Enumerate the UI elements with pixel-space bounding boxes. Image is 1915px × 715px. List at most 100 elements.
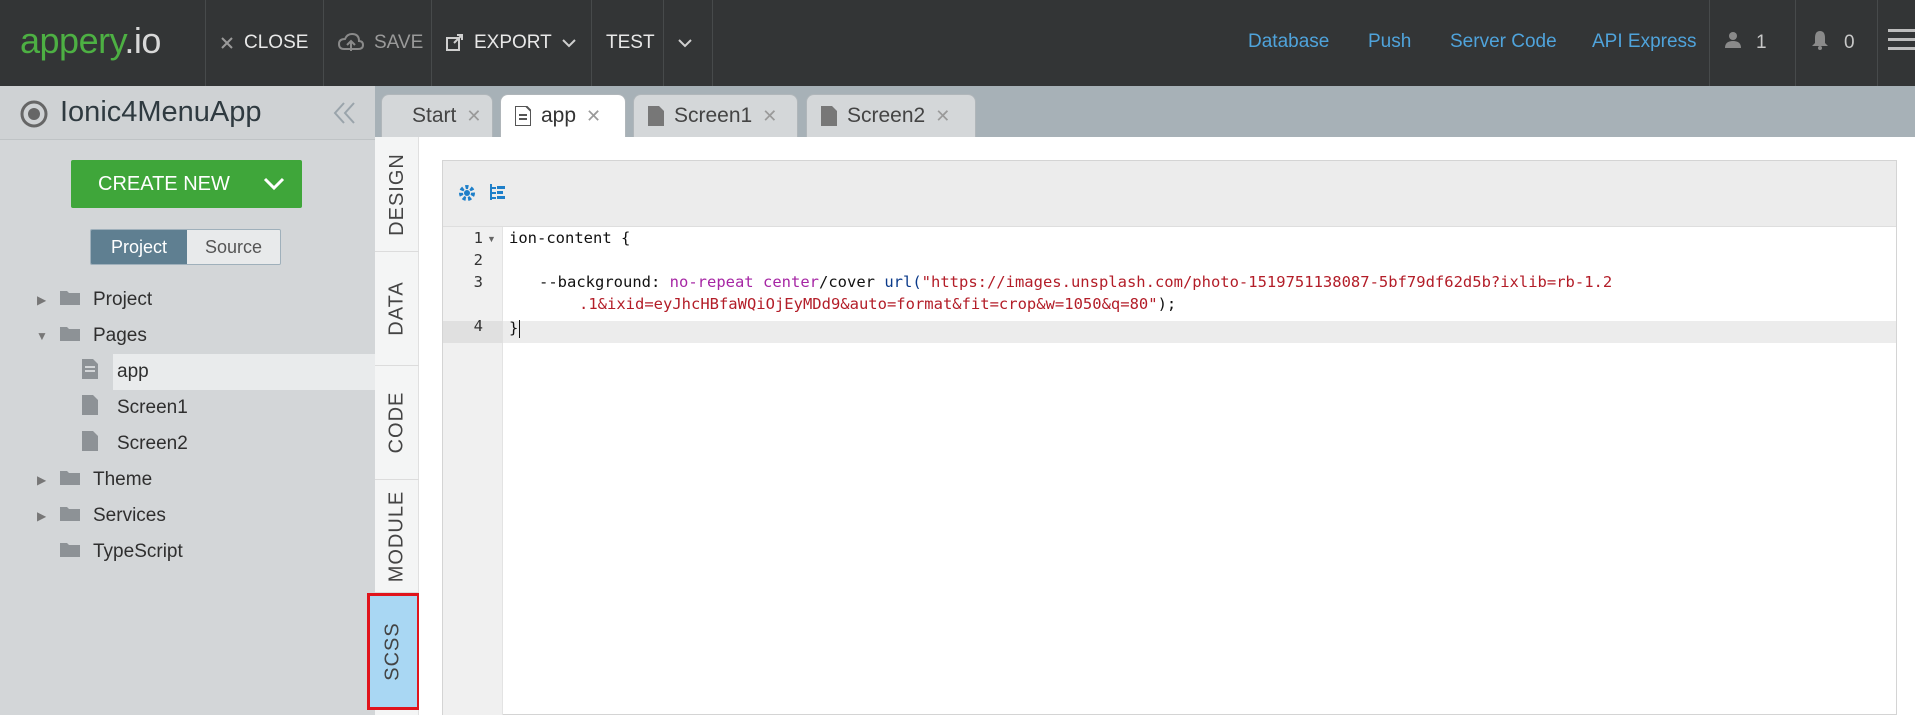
push-link[interactable]: Push <box>1368 31 1411 53</box>
close-label: CLOSE <box>244 32 309 53</box>
close-tab-icon[interactable]: ✕ <box>935 106 950 127</box>
project-panel: Ionic4MenuApp CREATE NEW Project Source … <box>0 86 375 715</box>
code-function: url( <box>884 273 922 291</box>
source-view-tab[interactable]: Source <box>187 230 280 264</box>
tab-label: app <box>541 104 577 127</box>
folder-icon <box>60 325 80 347</box>
page-icon <box>82 431 98 457</box>
server-code-link[interactable]: Server Code <box>1450 31 1557 53</box>
create-new-button[interactable]: CREATE NEW <box>71 160 302 208</box>
bell-icon <box>1810 30 1830 56</box>
text-cursor <box>519 319 521 338</box>
expand-arrow-icon[interactable]: ▶ <box>37 473 46 487</box>
database-link[interactable]: Database <box>1248 31 1329 53</box>
tab-scss[interactable]: SCSS <box>367 593 420 710</box>
tree-item-services[interactable]: ▶ Services <box>0 498 375 534</box>
tree-item-app[interactable]: app <box>0 354 375 390</box>
top-toolbar: appery.io CLOSE SAVE EXPORT TEST Databas… <box>0 0 1915 86</box>
side-tab-label: CODE <box>385 391 408 454</box>
tree-item-label: TypeScript <box>93 541 183 562</box>
cloud-upload-icon <box>338 33 364 53</box>
save-label: SAVE <box>374 32 424 53</box>
line-number: 1 <box>473 229 483 247</box>
close-tab-icon[interactable]: ✕ <box>762 106 777 127</box>
folder-icon <box>60 505 80 527</box>
create-new-label: CREATE NEW <box>98 172 230 195</box>
project-title: Ionic4MenuApp <box>60 96 262 128</box>
project-app-icon <box>20 100 48 133</box>
close-tab-icon[interactable]: ✕ <box>586 106 601 127</box>
folder-icon <box>60 469 80 491</box>
tab-code[interactable]: CODE <box>375 366 419 480</box>
gear-icon[interactable] <box>457 183 477 208</box>
tree-item-theme[interactable]: ▶ Theme <box>0 462 375 498</box>
api-express-link[interactable]: API Express <box>1592 31 1697 53</box>
page-icon <box>82 395 98 421</box>
close-icon <box>220 36 234 50</box>
editor-toolbar <box>443 161 1896 227</box>
tab-design[interactable]: DESIGN <box>375 137 419 252</box>
tree-item-screen1[interactable]: Screen1 <box>0 390 375 426</box>
folder-icon <box>60 541 80 563</box>
tab-screen2[interactable]: Screen2 ✕ <box>806 94 976 137</box>
view-toggle: Project Source <box>90 229 281 265</box>
fold-arrow-icon[interactable]: ▼ <box>487 234 496 244</box>
scss-code-editor[interactable]: 1 ▼ 2 3 4 ion-content { --background: no… <box>442 160 1897 715</box>
expand-arrow-icon[interactable]: ▶ <box>37 509 46 523</box>
folder-icon <box>60 289 80 311</box>
appery-logo[interactable]: appery.io <box>20 20 161 62</box>
tree-item-label: Screen1 <box>117 397 188 418</box>
chevron-down-icon[interactable] <box>246 160 302 208</box>
logo-main: appery <box>20 20 125 61</box>
close-tab-icon[interactable]: ✕ <box>466 106 481 127</box>
tab-app[interactable]: app ✕ <box>500 94 626 137</box>
tree-item-screen2[interactable]: Screen2 <box>0 426 375 462</box>
test-dropdown-button[interactable] <box>663 0 713 86</box>
code-text: ); <box>1157 295 1177 313</box>
tab-start[interactable]: Start ✕ <box>381 94 493 137</box>
tab-data[interactable]: DATA <box>375 252 419 366</box>
tree-item-project[interactable]: ▶ Project <box>0 282 375 318</box>
close-button[interactable]: CLOSE <box>205 0 323 86</box>
hamburger-menu-button[interactable] <box>1877 0 1915 86</box>
tab-label: Start <box>412 104 457 127</box>
code-line-3: --background: no-repeat center/cover url… <box>509 273 1612 291</box>
code-content[interactable]: ion-content { --background: no-repeat ce… <box>503 227 1896 715</box>
collapse-panel-icon[interactable] <box>333 100 357 131</box>
code-value: no-repeat <box>669 273 754 291</box>
tab-label: Screen1 <box>674 104 753 127</box>
tree-item-label: Services <box>93 505 166 526</box>
code-text: } <box>509 319 519 337</box>
tab-module[interactable]: MODULE <box>375 480 419 593</box>
notifications-button[interactable]: 0 <box>1795 0 1877 86</box>
collapse-arrow-icon[interactable]: ▼ <box>36 329 48 343</box>
code-text: /cover <box>819 273 885 291</box>
test-button[interactable]: TEST <box>591 0 663 86</box>
code-line-1: ion-content { <box>509 229 630 247</box>
logo-suffix: .io <box>124 20 161 61</box>
export-label: EXPORT <box>474 32 552 53</box>
line-number: 2 <box>473 251 483 269</box>
code-line-3-wrap: .1&ixid=eyJhcHBfaWQiOjEyMDd9&auto=format… <box>509 295 1176 313</box>
users-button[interactable]: 1 <box>1709 0 1795 86</box>
tab-screen1[interactable]: Screen1 ✕ <box>633 94 798 137</box>
tree-item-pages[interactable]: ▼ Pages <box>0 318 375 354</box>
line-number: 4 <box>473 317 483 335</box>
project-view-tab[interactable]: Project <box>91 230 187 264</box>
outline-tree-icon[interactable] <box>487 183 507 208</box>
tree-item-typescript[interactable]: TypeScript <box>0 534 375 570</box>
users-count: 1 <box>1756 32 1767 53</box>
project-header: Ionic4MenuApp <box>0 86 375 140</box>
line-number-gutter: 1 ▼ 2 3 4 <box>443 227 503 715</box>
page-icon <box>515 106 531 126</box>
hamburger-icon <box>1888 28 1915 58</box>
save-button[interactable]: SAVE <box>323 0 431 86</box>
export-button[interactable]: EXPORT <box>431 0 591 86</box>
tree-item-label: Project <box>93 289 153 310</box>
current-line-highlight <box>503 321 1896 343</box>
tree-item-label: app <box>117 361 149 382</box>
side-tab-label: DATA <box>385 281 408 336</box>
expand-arrow-icon[interactable]: ▶ <box>37 293 46 307</box>
side-tabs: DESIGN DATA CODE MODULE SCSS <box>367 137 420 715</box>
